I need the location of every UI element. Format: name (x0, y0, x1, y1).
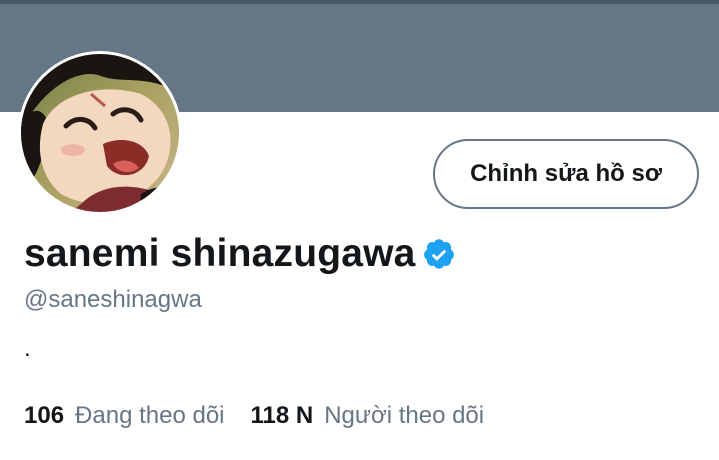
avatar-image (21, 54, 179, 212)
status-strip (0, 0, 719, 4)
verified-badge-icon (422, 237, 456, 271)
user-handle: @saneshinagwa (24, 286, 202, 313)
following-label: Đang theo dõi (75, 402, 225, 429)
profile-bio: . (24, 335, 31, 362)
following-count: 106 (24, 402, 65, 429)
profile-avatar[interactable] (18, 51, 182, 215)
profile-screen: Chỉnh sửa hồ sơ sanemi shinazugawa @sane… (0, 0, 719, 460)
followers-label: Người theo dõi (324, 402, 485, 429)
followers-stat[interactable]: 118 N Người theo dõi (251, 402, 485, 430)
edit-profile-button[interactable]: Chỉnh sửa hồ sơ (433, 139, 699, 209)
followers-count: 118 N (250, 402, 314, 429)
follow-stats: 106 Đang theo dõi 118 N Người theo dõi (24, 402, 484, 430)
display-name: sanemi shinazugawa (24, 232, 416, 275)
following-stat[interactable]: 106 Đang theo dõi (24, 402, 225, 430)
name-row: sanemi shinazugawa (24, 232, 456, 276)
